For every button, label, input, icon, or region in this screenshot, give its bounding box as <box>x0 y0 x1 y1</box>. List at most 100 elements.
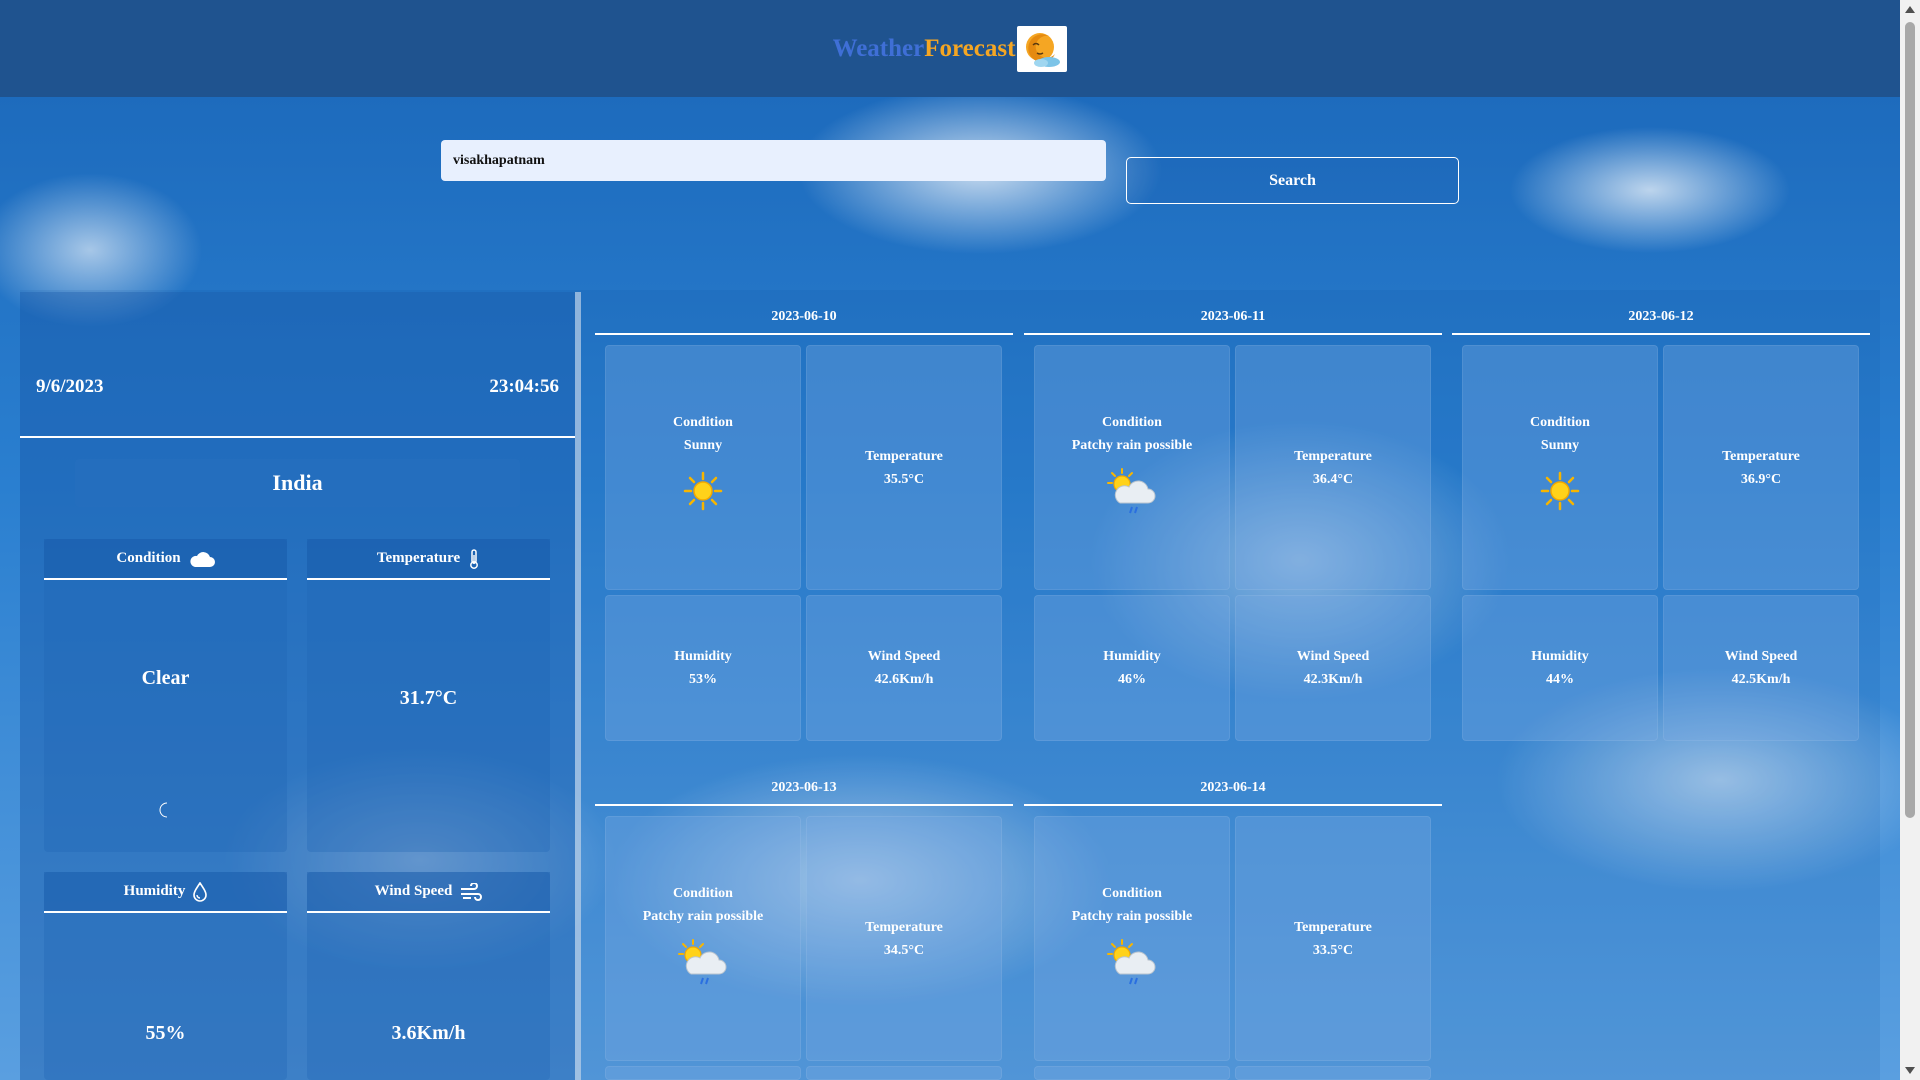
forecast-day: 2023-06-14 Condition Patchy rain possibl… <box>1024 772 1442 1080</box>
sun-icon <box>683 471 723 511</box>
forecast-temperature-label: Temperature <box>1294 920 1372 935</box>
sun-icon <box>1540 471 1580 511</box>
current-wind-card: Wind Speed 3.6Km/h <box>307 872 550 1080</box>
forecast-wind-tile <box>806 1066 1002 1080</box>
forecast-condition-tile: Condition Patchy rain possible <box>1034 816 1230 1061</box>
search-button[interactable]: Search <box>1126 157 1459 204</box>
forecast-condition-value: Sunny <box>1540 438 1580 453</box>
forecast-wind-label: Wind Speed <box>1296 649 1370 664</box>
current-condition-label: Condition <box>116 550 181 566</box>
forecast-condition-label: Condition <box>1102 886 1162 901</box>
forecast-humidity-value: 53% <box>689 672 717 687</box>
forecast-condition-value: Patchy rain possible <box>1071 438 1193 453</box>
forecast-date: 2023-06-10 <box>595 301 1013 335</box>
forecast-humidity-tile: Humidity 44% <box>1462 595 1658 741</box>
wind-icon <box>461 882 483 901</box>
current-condition-header: Condition <box>44 539 287 580</box>
forecast-temperature-value: 36.4°C <box>1312 472 1354 487</box>
current-condition-card: Condition Clear <box>44 539 287 852</box>
forecast-day: 2023-06-12 Condition Sunny Temperature 3… <box>1452 301 1870 741</box>
forecast-day: 2023-06-10 Condition Sunny Temperature 3… <box>595 301 1013 741</box>
search-input[interactable] <box>441 140 1106 181</box>
scroll-up-arrow-icon[interactable] <box>1905 6 1915 13</box>
current-temperature-header: Temperature <box>307 539 550 580</box>
forecast-humidity-tile: Humidity 53% <box>605 595 801 741</box>
forecast-condition-tile: Condition Sunny <box>605 345 801 590</box>
forecast-wind-tile: Wind Speed 42.3Km/h <box>1235 595 1431 741</box>
forecast-humidity-label: Humidity <box>674 649 732 664</box>
forecast-condition-tile: Condition Sunny <box>1462 345 1658 590</box>
forecast-temperature-label: Temperature <box>1294 449 1372 464</box>
forecast-humidity-tile <box>1034 1066 1230 1080</box>
forecast-condition-label: Condition <box>1102 415 1162 430</box>
forecast-condition-label: Condition <box>673 415 733 430</box>
forecast-condition-label: Condition <box>673 886 733 901</box>
forecast-condition-tile: Condition Patchy rain possible <box>1034 345 1230 590</box>
forecast-temperature-tile: Temperature 36.9°C <box>1663 345 1859 590</box>
forecast-day: 2023-06-13 Condition Patchy rain possibl… <box>595 772 1013 1080</box>
current-humidity-value: 55% <box>145 1022 186 1044</box>
scroll-down-arrow-icon[interactable] <box>1905 1067 1915 1074</box>
droplet-icon <box>193 881 208 902</box>
date-time-row: 9/6/2023 23:04:56 <box>20 292 575 438</box>
current-temperature-value: 31.7°C <box>399 687 458 709</box>
current-time: 23:04:56 <box>489 376 559 397</box>
current-wind-label: Wind Speed <box>374 883 453 899</box>
forecast-date: 2023-06-13 <box>595 772 1013 806</box>
forecast-condition-value: Patchy rain possible <box>1071 909 1193 924</box>
forecast-temperature-label: Temperature <box>865 449 943 464</box>
forecast-wind-tile <box>1235 1066 1431 1080</box>
forecast-humidity-value: 46% <box>1118 672 1146 687</box>
current-condition-value: Clear <box>141 667 190 689</box>
page-scrollbar[interactable] <box>1900 0 1920 1080</box>
sun-cloud-rain-icon <box>678 939 727 985</box>
forecast-condition-value: Sunny <box>683 438 723 453</box>
forecast-temperature-value: 34.5°C <box>883 943 925 958</box>
current-humidity-label: Humidity <box>123 883 186 899</box>
forecast-date: 2023-06-11 <box>1024 301 1442 335</box>
thermometer-icon <box>470 548 479 569</box>
forecast-wind-value: 42.5Km/h <box>1731 672 1791 687</box>
current-wind-value: 3.6Km/h <box>391 1022 466 1044</box>
sun-cloud-rain-icon <box>1107 468 1156 514</box>
forecast-humidity-label: Humidity <box>1103 649 1161 664</box>
forecast-wind-tile: Wind Speed 42.5Km/h <box>1663 595 1859 741</box>
forecast-condition-value: Patchy rain possible <box>642 909 764 924</box>
current-date: 9/6/2023 <box>36 376 104 397</box>
crescent-moon-icon <box>159 802 168 818</box>
brand-weather-text: Weather <box>832 34 925 62</box>
forecast-condition-tile: Condition Patchy rain possible <box>605 816 801 1061</box>
forecast-wind-label: Wind Speed <box>867 649 941 664</box>
current-wind-header: Wind Speed <box>307 872 550 913</box>
forecast-humidity-tile <box>605 1066 801 1080</box>
brand-forecast-text: Forecast <box>924 34 1016 62</box>
scroll-thumb[interactable] <box>1905 22 1915 818</box>
forecast-temperature-tile: Temperature 33.5°C <box>1235 816 1431 1061</box>
brand[interactable]: Weather Forecast <box>832 25 1068 72</box>
forecast-temperature-value: 36.9°C <box>1740 472 1782 487</box>
forecast-humidity-label: Humidity <box>1531 649 1589 664</box>
forecast-wind-label: Wind Speed <box>1724 649 1798 664</box>
forecast-temperature-value: 33.5°C <box>1312 943 1354 958</box>
forecast-condition-label: Condition <box>1530 415 1590 430</box>
current-humidity-header: Humidity <box>44 872 287 913</box>
sun-moon-logo-icon <box>1017 25 1068 72</box>
forecast-temperature-value: 35.5°C <box>883 472 925 487</box>
forecast-wind-tile: Wind Speed 42.6Km/h <box>806 595 1002 741</box>
forecast-temperature-label: Temperature <box>1722 449 1800 464</box>
forecast-temperature-tile: Temperature 35.5°C <box>806 345 1002 590</box>
forecast-temperature-tile: Temperature 34.5°C <box>806 816 1002 1061</box>
forecast-humidity-value: 44% <box>1546 672 1574 687</box>
forecast-humidity-tile: Humidity 46% <box>1034 595 1230 741</box>
current-temperature-card: Temperature 31.7°C <box>307 539 550 852</box>
forecast-wind-value: 42.3Km/h <box>1303 672 1363 687</box>
forecast-date: 2023-06-12 <box>1452 301 1870 335</box>
forecast-day: 2023-06-11 Condition Patchy rain possibl… <box>1024 301 1442 741</box>
cloud-icon <box>190 551 215 567</box>
forecast-temperature-label: Temperature <box>865 920 943 935</box>
forecast-wind-value: 42.6Km/h <box>874 672 934 687</box>
country-name: India <box>75 459 520 507</box>
sun-cloud-rain-icon <box>1107 939 1156 985</box>
app-header: Weather Forecast <box>0 0 1900 97</box>
forecast-temperature-tile: Temperature 36.4°C <box>1235 345 1431 590</box>
